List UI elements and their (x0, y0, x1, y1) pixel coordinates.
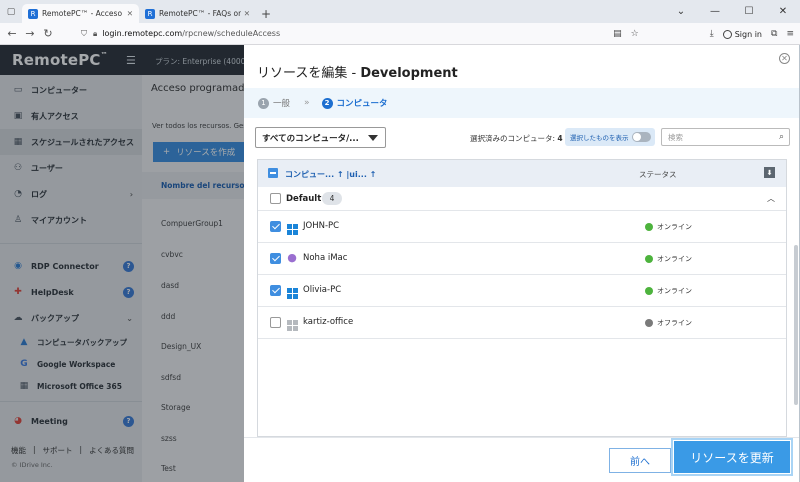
reader-view-icon[interactable]: ▤ (613, 29, 622, 39)
row-checkbox[interactable] (270, 285, 281, 296)
download-icon[interactable]: ⬇ (764, 167, 775, 178)
windows-icon (286, 220, 298, 235)
downloads-icon[interactable]: ⤓ (710, 29, 714, 39)
status-text: オンライン (657, 287, 692, 295)
sign-in-label: Sign in (734, 29, 763, 39)
close-tab-icon[interactable]: ✕ (244, 9, 250, 18)
edit-resource-modal: リソースを編集 - Development ✕ 1 一般 » 2 コンピュータ すべ… (244, 45, 800, 482)
status-text: オフライン (657, 319, 692, 327)
remotepc-favicon: R (145, 8, 155, 19)
shield-icon: ⛉ (81, 28, 87, 38)
tab-title: RemotePC™ - FAQs on RemotePC (159, 9, 241, 18)
table-row[interactable]: kartiz-office オフライン (258, 307, 786, 339)
url-host: login.remotepc.com (102, 29, 183, 38)
tab-title: RemotePC™ - Acceso programado (42, 9, 124, 18)
row-checkbox[interactable] (270, 317, 281, 328)
toggle-switch[interactable] (632, 132, 651, 142)
update-resource-button[interactable]: リソースを更新 (671, 438, 793, 476)
status-text: オンライン (657, 255, 692, 263)
search-icon: ⌕ (778, 132, 784, 142)
step-computers[interactable]: 2 コンピュータ (321, 97, 388, 109)
minimize-button[interactable]: — (698, 0, 732, 23)
table-row[interactable]: JOHN-PC オンライン (258, 211, 786, 243)
modal-backdrop[interactable] (0, 45, 244, 482)
stepper: 1 一般 » 2 コンピュータ (244, 88, 800, 118)
row-checkbox[interactable] (270, 221, 281, 232)
offline-status-icon (645, 319, 653, 327)
table-row[interactable]: Olivia-PC オンライン (258, 275, 786, 307)
url-path: /rpcnew/scheduleAccess (182, 29, 281, 38)
modal-footer: 前へ リソースを更新 (244, 437, 800, 482)
group-name: Default (286, 194, 322, 204)
browser-tab-2[interactable]: R RemotePC™ - FAQs on RemotePC ✕ (139, 4, 256, 23)
search-input[interactable]: 検索 ⌕ (661, 128, 790, 146)
bookmark-star-icon[interactable]: ☆ (631, 29, 639, 39)
maximize-button[interactable]: ☐ (732, 0, 766, 23)
browser-toolbar: ← → ↻ ⛉ 🔒︎ login.remotepc.com /rpcnew/sc… (0, 23, 800, 45)
computer-filter-dropdown[interactable]: すべてのコンピュータ/... (255, 127, 386, 148)
group-checkbox[interactable] (270, 193, 281, 204)
modal-title: リソースを編集 - Development (257, 66, 458, 81)
selected-computers-count: 選択済みのコンピュータ: 4 (470, 134, 563, 143)
row-checkbox[interactable] (270, 253, 281, 264)
apple-icon: ● (287, 251, 297, 264)
extensions-icon[interactable]: ⧉ (771, 29, 777, 39)
table-row[interactable]: ● Noha iMac オンライン (258, 243, 786, 275)
table-header: コンピュー... ↑ |ui... ↑ ステータス ⬇ (258, 160, 786, 187)
window-controls: ⌄ — ☐ ✕ (664, 0, 800, 23)
caret-down-icon (368, 135, 378, 141)
windows-icon (286, 284, 298, 299)
online-status-icon (645, 287, 653, 295)
chevron-up-icon[interactable]: ︿ (767, 193, 775, 204)
computer-name: Noha iMac (303, 253, 348, 263)
account-icon (722, 29, 732, 39)
computers-table: コンピュー... ↑ |ui... ↑ ステータス ⬇ Default 4 ︿ … (257, 159, 787, 437)
computer-name: Olivia-PC (303, 285, 342, 295)
column-header-status: ステータス (639, 170, 677, 179)
menu-icon[interactable]: ≡ (786, 29, 794, 39)
online-status-icon (645, 223, 653, 231)
previous-button[interactable]: 前へ (609, 448, 671, 473)
browser-tab-1[interactable]: R RemotePC™ - Acceso programado ✕ (22, 4, 139, 23)
browser-tabbar: ▢ R RemotePC™ - Acceso programado ✕ R Re… (0, 0, 800, 23)
show-selected-toggle[interactable]: 選択したものを表示 (565, 128, 655, 146)
tab-list-icon[interactable]: ⌄ (664, 0, 698, 23)
lock-icon: 🔒︎ (93, 28, 98, 38)
scrollbar[interactable] (794, 245, 798, 405)
select-all-checkbox[interactable] (268, 168, 278, 178)
computer-name: JOHN-PC (303, 221, 340, 231)
browser-action-icons: ▤ ☆ ⤓ Sign in ⧉ ≡ (613, 23, 794, 45)
address-bar[interactable]: ⛉ 🔒︎ login.remotepc.com /rpcnew/schedule… (81, 29, 571, 39)
step-general[interactable]: 1 一般 (258, 97, 290, 109)
reload-icon[interactable]: ↻ (39, 27, 57, 40)
tab-overview-icon[interactable]: ▢ (0, 0, 22, 23)
windows-icon (286, 316, 298, 331)
close-icon[interactable]: ✕ (779, 53, 790, 64)
close-tab-icon[interactable]: ✕ (127, 9, 133, 18)
sign-in-button[interactable]: Sign in (722, 29, 763, 39)
remotepc-favicon: R (28, 8, 38, 19)
online-status-icon (645, 255, 653, 263)
group-row-default[interactable]: Default 4 ︿ (258, 187, 786, 211)
group-count-badge: 4 (322, 192, 342, 205)
new-tab-button[interactable]: + (256, 4, 276, 23)
back-icon[interactable]: ← (3, 27, 21, 40)
forward-icon[interactable]: → (21, 27, 39, 40)
status-text: オンライン (657, 223, 692, 231)
double-chevron-icon: » (304, 98, 310, 108)
computer-name: kartiz-office (303, 317, 354, 327)
column-header-computer[interactable]: コンピュー... ↑ |ui... ↑ (285, 169, 376, 180)
app-root: ▢ R RemotePC™ - Acceso programado ✕ R Re… (0, 0, 800, 482)
close-window-button[interactable]: ✕ (766, 0, 800, 23)
